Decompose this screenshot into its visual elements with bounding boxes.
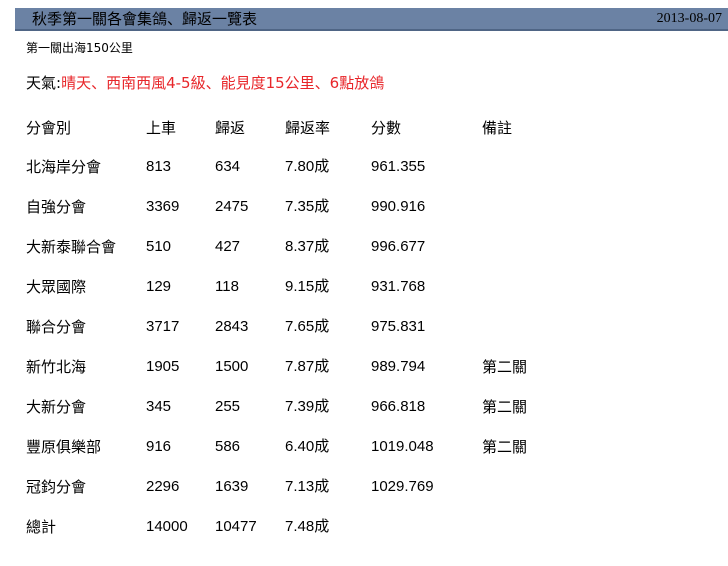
- table-cell-score: 931.768: [371, 278, 426, 295]
- report-date: 2013-08-07: [656, 11, 722, 26]
- table-cell-score: 989.794: [371, 358, 426, 375]
- table-cell-score: 996.677: [371, 238, 426, 255]
- table-cell-score: 961.355: [371, 158, 426, 175]
- table-cell-returned: 10477: [215, 518, 257, 535]
- table-cell-branch: 豐原俱樂部: [26, 438, 102, 456]
- table-cell-returned: 634: [215, 158, 241, 175]
- table-cell-released: 2296: [146, 478, 180, 495]
- table-cell-return-rate: 7.65成: [285, 318, 330, 335]
- table-header-score: 分數: [371, 119, 402, 137]
- weather-label: 天氣:: [26, 74, 62, 92]
- weather-line: 天氣:晴天、西南西風4-5級、能見度15公里、6點放鴿: [26, 73, 384, 93]
- table-cell-returned: 586: [215, 438, 241, 455]
- table-cell-return-rate: 8.37成: [285, 238, 330, 255]
- table-header-remark: 備註: [482, 119, 513, 137]
- table-cell-released: 813: [146, 158, 172, 175]
- table-cell-returned: 427: [215, 238, 241, 255]
- table-header-returned: 歸返: [215, 119, 246, 137]
- table-cell-released: 345: [146, 398, 172, 415]
- table-cell-return-rate: 7.13成: [285, 478, 330, 495]
- table-cell-returned: 2475: [215, 198, 249, 215]
- page-title: 秋季第一關各會集鴿、歸返一覽表: [32, 10, 258, 28]
- table-cell-return-rate: 7.87成: [285, 358, 330, 375]
- table-cell-returned: 2843: [215, 318, 249, 335]
- table-cell-return-rate: 7.48成: [285, 518, 330, 535]
- table-cell-released: 916: [146, 438, 172, 455]
- table-cell-return-rate: 7.39成: [285, 398, 330, 415]
- table-cell-remark: 第二關: [482, 398, 528, 416]
- table-cell-branch: 新竹北海: [26, 358, 87, 376]
- table-cell-remark: 第二關: [482, 358, 528, 376]
- table-cell-remark: 第二關: [482, 438, 528, 456]
- table-header-return-rate: 歸返率: [285, 119, 331, 137]
- table-cell-returned: 1500: [215, 358, 249, 375]
- table-cell-returned: 118: [215, 278, 239, 295]
- table-cell-score: 1019.048: [371, 438, 434, 455]
- table-cell-branch: 自強分會: [26, 198, 87, 216]
- table-cell-released: 129: [146, 278, 172, 295]
- table-cell-return-rate: 7.35成: [285, 198, 330, 215]
- table-cell-score: 1029.769: [371, 478, 434, 495]
- table-cell-branch: 北海岸分會: [26, 158, 102, 176]
- title-bar: 秋季第一關各會集鴿、歸返一覽表 2013-08-07: [15, 8, 728, 31]
- table-cell-score: 975.831: [371, 318, 426, 335]
- table-cell-score: 966.818: [371, 398, 426, 415]
- race-distance: 第一關出海150公里: [26, 41, 133, 55]
- table-cell-released: 1905: [146, 358, 180, 375]
- table-cell-branch: 大新分會: [26, 398, 87, 416]
- table-cell-return-rate: 7.80成: [285, 158, 330, 175]
- weather-value: 晴天、西南西風4-5級、能見度15公里、6點放鴿: [61, 74, 385, 92]
- table-cell-branch: 總計: [26, 518, 57, 536]
- table-cell-branch: 大眾國際: [26, 278, 87, 296]
- table-header-released: 上車: [146, 119, 177, 137]
- table-cell-returned: 1639: [215, 478, 249, 495]
- table-header-branch: 分會別: [26, 119, 72, 137]
- table-cell-released: 14000: [146, 518, 188, 535]
- table-cell-branch: 大新泰聯合會: [26, 238, 117, 256]
- table-cell-score: 990.916: [371, 198, 426, 215]
- table-cell-return-rate: 9.15成: [285, 278, 330, 295]
- table-cell-returned: 255: [215, 398, 241, 415]
- table-cell-return-rate: 6.40成: [285, 438, 330, 455]
- table-cell-branch: 冠鈞分會: [26, 478, 87, 496]
- table-cell-released: 3717: [146, 318, 180, 335]
- table-cell-released: 3369: [146, 198, 180, 215]
- table-cell-branch: 聯合分會: [26, 318, 87, 336]
- table-cell-released: 510: [146, 238, 172, 255]
